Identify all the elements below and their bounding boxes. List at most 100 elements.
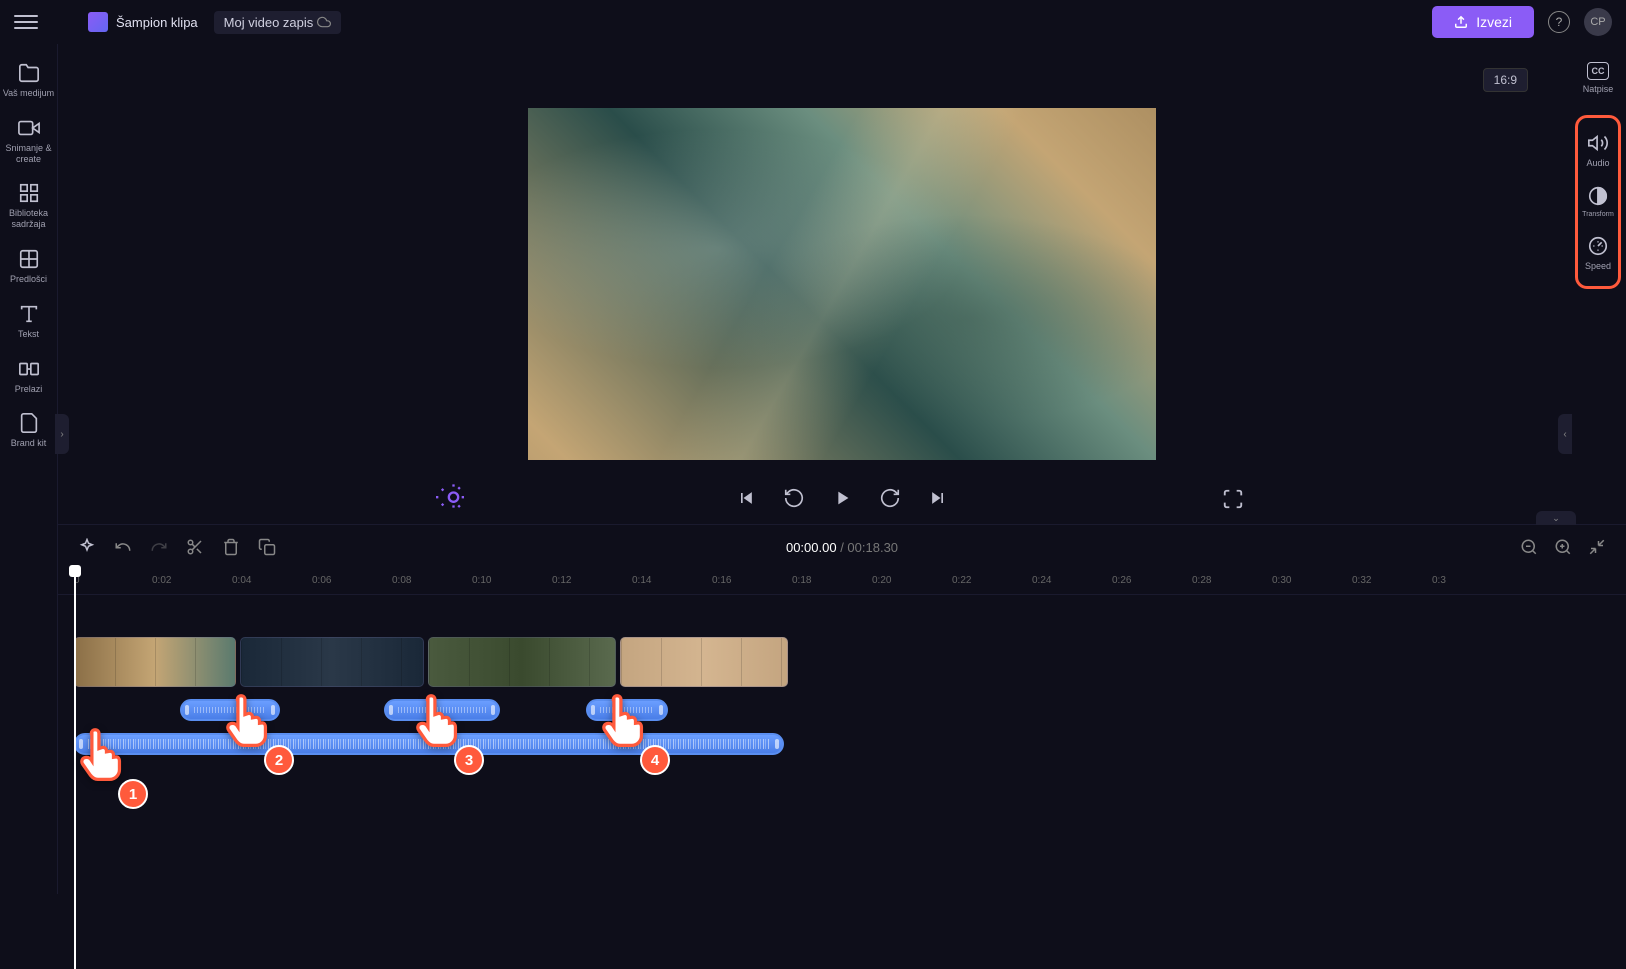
nav-brand-kit[interactable]: Brand kit: [0, 406, 57, 455]
export-label: Izvezi: [1476, 14, 1512, 30]
annotation-badge: 1: [118, 779, 148, 809]
timeline-toolbar: 00:00.00 / 00:18.30: [58, 525, 1626, 569]
nav-record-create[interactable]: Snimanje & create: [0, 111, 57, 171]
timeline-container: ⌄ 00:00.00 / 00:18.30 0 0:02 0:04 0:06 0…: [58, 524, 1626, 894]
play-button[interactable]: [830, 486, 854, 510]
nav-label: Biblioteka sadržaja: [0, 208, 57, 230]
topbar: Šampion klipa Moj video zapis Izvezi ? C…: [0, 0, 1626, 44]
ruler-tick: 0:28: [1192, 575, 1211, 586]
project-name-field[interactable]: Moj video zapis: [214, 11, 342, 34]
cc-icon: CC: [1587, 62, 1609, 80]
text-icon: [18, 303, 40, 325]
timeline-ruler[interactable]: 0 0:02 0:04 0:06 0:08 0:10 0:12 0:14 0:1…: [58, 569, 1626, 595]
undo-button[interactable]: [114, 538, 132, 556]
ruler-tick: 0:06: [312, 575, 331, 586]
nav-label: Brand kit: [11, 438, 47, 449]
nav-label: Natpise: [1583, 84, 1614, 95]
clip-handle-right[interactable]: [659, 705, 663, 715]
app-name: Šampion klipa: [116, 15, 198, 30]
duplicate-button[interactable]: [258, 538, 276, 556]
fullscreen-button[interactable]: [1222, 488, 1244, 510]
templates-icon: [18, 248, 40, 270]
clip-handle-right[interactable]: [775, 739, 779, 749]
split-button[interactable]: [186, 538, 204, 556]
project-name-text: Moj video zapis: [224, 15, 314, 30]
step-forward-button[interactable]: [878, 486, 902, 510]
delete-button[interactable]: [222, 538, 240, 556]
audio-clip-music[interactable]: [74, 733, 784, 755]
app-logo-icon: [88, 12, 108, 32]
help-button[interactable]: ?: [1548, 11, 1570, 33]
nav-adjust[interactable]: Transform: [1578, 179, 1618, 225]
left-sidebar: Vaš medijum Snimanje & create Biblioteka…: [0, 44, 58, 894]
video-clip[interactable]: [620, 637, 788, 687]
nav-label: Prelazi: [15, 384, 43, 395]
ai-magic-button[interactable]: [436, 482, 464, 510]
audio-sfx-track: [74, 699, 1626, 721]
video-clip[interactable]: [240, 637, 424, 687]
clip-handle-left[interactable]: [389, 705, 393, 715]
user-avatar[interactable]: CP: [1584, 8, 1612, 36]
clip-handle-left[interactable]: [79, 739, 83, 749]
highlighted-tool-group: Audio Transform Speed: [1575, 115, 1621, 289]
nav-captions[interactable]: CC Natpise: [1570, 56, 1626, 101]
nav-speed[interactable]: Speed: [1578, 229, 1618, 278]
clip-handle-left[interactable]: [185, 705, 189, 715]
menu-button[interactable]: [14, 10, 38, 34]
nav-audio[interactable]: Audio: [1578, 126, 1618, 175]
nav-content-library[interactable]: Biblioteka sadržaja: [0, 176, 57, 236]
audio-clip[interactable]: [180, 699, 280, 721]
folder-icon: [18, 62, 40, 84]
timeline-tracks: 1 2 3 4: [58, 595, 1626, 755]
audio-music-track: [74, 733, 1626, 755]
aspect-ratio-button[interactable]: 16:9: [1483, 68, 1528, 92]
ruler-tick: 0:12: [552, 575, 571, 586]
video-preview-canvas[interactable]: [528, 108, 1156, 460]
zoom-out-button[interactable]: [1520, 538, 1538, 556]
ruler-tick: 0:3: [1432, 575, 1446, 586]
export-button[interactable]: Izvezi: [1432, 6, 1534, 38]
ruler-tick: 0:04: [232, 575, 251, 586]
clip-handle-left[interactable]: [591, 705, 595, 715]
ruler-tick: 0:08: [392, 575, 411, 586]
preview-area: 16:9: [58, 44, 1626, 524]
audio-clip[interactable]: [384, 699, 500, 721]
skip-forward-button[interactable]: [926, 486, 950, 510]
clip-handle-right[interactable]: [491, 705, 495, 715]
current-time: 00:00.00: [786, 540, 837, 555]
collapse-right-panel-button[interactable]: ‹: [1558, 414, 1572, 454]
nav-label: Tekst: [18, 329, 39, 340]
nav-label: Audio: [1586, 158, 1609, 169]
transitions-icon: [18, 358, 40, 380]
nav-templates[interactable]: Predlošci: [0, 242, 57, 291]
ruler-tick: 0:16: [712, 575, 731, 586]
transport-controls: [734, 486, 950, 510]
redo-button[interactable]: [150, 538, 168, 556]
nav-label: Snimanje & create: [0, 143, 57, 165]
sparkle-tool-button[interactable]: [78, 538, 96, 556]
clip-handle-right[interactable]: [271, 705, 275, 715]
ruler-tick: 0:26: [1112, 575, 1131, 586]
nav-label: Vaš medijum: [3, 88, 54, 99]
right-sidebar: CC Natpise Audio Transform Speed ‹: [1570, 44, 1626, 894]
ruler-tick: 0:20: [872, 575, 891, 586]
nav-your-media[interactable]: Vaš medijum: [0, 56, 57, 105]
ruler-tick: 0:14: [632, 575, 651, 586]
contrast-icon: [1587, 185, 1609, 207]
ruler-tick: 0:30: [1272, 575, 1291, 586]
video-clip[interactable]: [74, 637, 236, 687]
video-clip[interactable]: [428, 637, 616, 687]
skip-back-button[interactable]: [734, 486, 758, 510]
cloud-sync-icon: [317, 15, 331, 29]
nav-transitions[interactable]: Prelazi: [0, 352, 57, 401]
nav-label: Speed: [1585, 261, 1611, 272]
step-back-button[interactable]: [782, 486, 806, 510]
ruler-tick: 0:10: [472, 575, 491, 586]
ruler-tick: 0:18: [792, 575, 811, 586]
ruler-tick: 0:22: [952, 575, 971, 586]
playhead[interactable]: [74, 569, 76, 969]
nav-text[interactable]: Tekst: [0, 297, 57, 346]
ruler-tick: 0:32: [1352, 575, 1371, 586]
audio-clip[interactable]: [586, 699, 668, 721]
speed-icon: [1587, 235, 1609, 257]
